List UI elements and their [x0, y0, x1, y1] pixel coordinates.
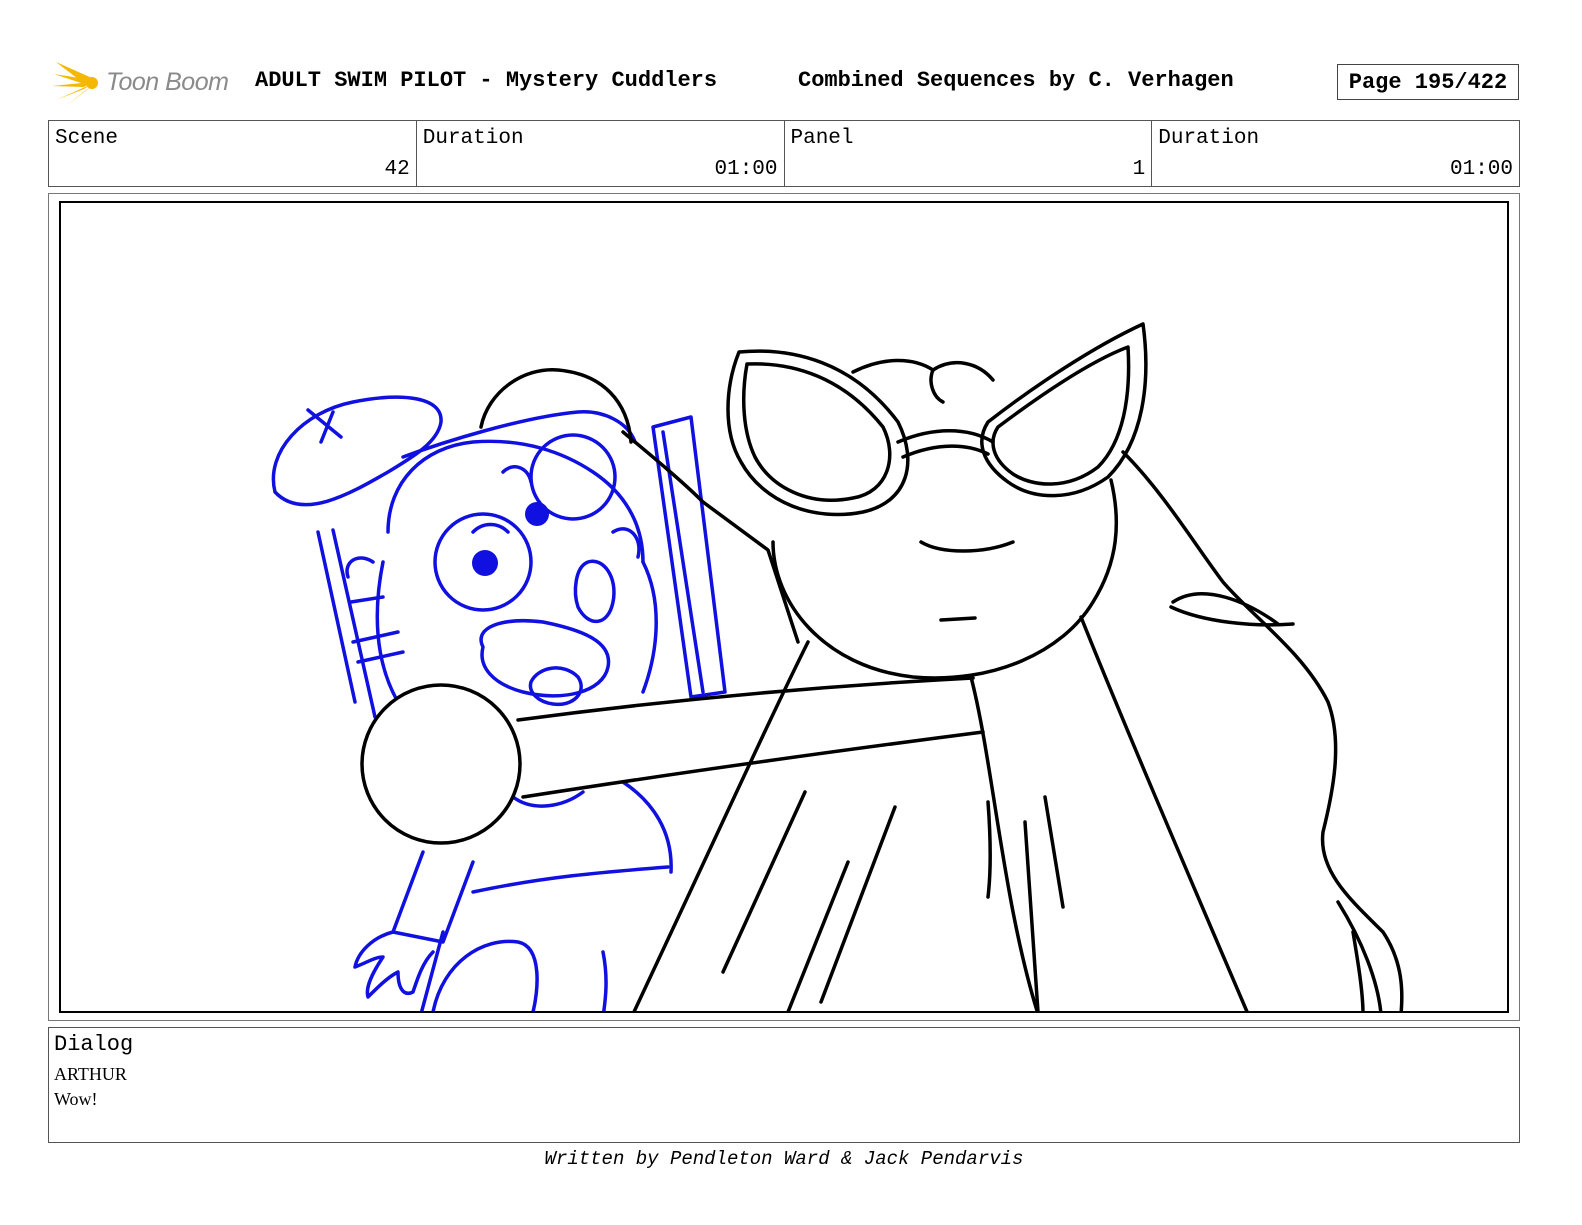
panel-label: Panel: [790, 127, 854, 150]
storyboard-panel-frame: [48, 193, 1520, 1021]
black-ink-character: [360, 322, 1404, 1011]
scene-cell: Scene 42: [49, 121, 417, 186]
toon-boom-logo: Toon Boom: [52, 56, 242, 108]
toon-boom-burst-icon: [52, 62, 98, 106]
dialog-character: ARTHUR: [54, 1064, 127, 1084]
panel-cell: Panel 1: [785, 121, 1153, 186]
panel-duration-cell: Duration 01:00: [1152, 121, 1519, 186]
scene-duration-cell: Duration 01:00: [417, 121, 785, 186]
dialog-line: Wow!: [54, 1089, 98, 1109]
panel-duration-value: 01:00: [1449, 158, 1513, 181]
scene-label: Scene: [55, 127, 119, 150]
scene-value: 42: [384, 158, 410, 181]
footer-credit: Written by Pendleton Ward & Jack Pendarv…: [544, 1148, 1024, 1170]
scene-duration-value: 01:00: [714, 158, 778, 181]
project-title: ADULT SWIM PILOT - Mystery Cuddlers: [255, 68, 718, 93]
panel-value: 1: [1132, 158, 1146, 181]
dialog-box: Dialog ARTHUR Wow!: [48, 1027, 1520, 1143]
dialog-label: Dialog: [54, 1032, 134, 1057]
storyboard-panel-drawing: [59, 201, 1509, 1013]
sequence-info: Combined Sequences by C. Verhagen: [798, 68, 1234, 93]
scene-duration-label: Duration: [422, 127, 524, 150]
page-number: Page 195/422: [1337, 64, 1519, 100]
logo-text: Toon Boom: [106, 67, 229, 96]
panel-duration-label: Duration: [1158, 127, 1260, 150]
storyboard-info-row: Scene 42 Duration 01:00 Panel 1 Duration…: [48, 120, 1520, 187]
